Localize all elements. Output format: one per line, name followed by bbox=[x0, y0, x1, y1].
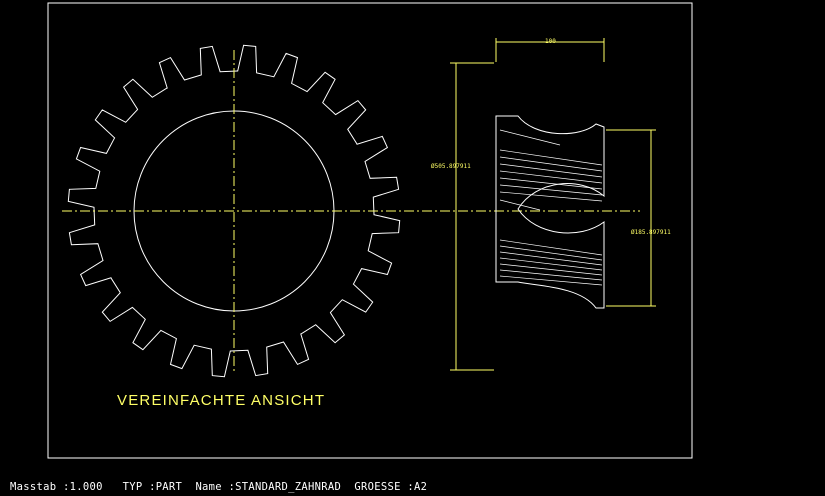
helix-line bbox=[499, 269, 603, 281]
gear-front-view[interactable] bbox=[62, 44, 640, 378]
helix-line bbox=[499, 275, 603, 286]
outer-dim-text: Ø505.897911 bbox=[431, 163, 471, 170]
helix-line bbox=[499, 177, 603, 190]
drawing-canvas[interactable]: VEREINFACHTE ANSICHT 100 Ø505.897911 Ø18… bbox=[0, 0, 825, 496]
scale-label: Masstab : bbox=[10, 481, 70, 493]
width-dim-text: 100 bbox=[545, 38, 556, 45]
sheet-border bbox=[47, 2, 693, 459]
type-value: PART bbox=[155, 481, 183, 493]
status-bar: Masstab :1.000 TYP :PART Name :STANDARD_… bbox=[10, 481, 427, 495]
helix-line bbox=[499, 257, 603, 271]
helix-line bbox=[499, 170, 603, 184]
name-label: Name : bbox=[195, 481, 236, 493]
helix-line bbox=[499, 251, 603, 266]
helix-line bbox=[499, 263, 603, 276]
helix-line bbox=[499, 199, 541, 211]
size-label: GROESSE : bbox=[354, 481, 414, 493]
helix-line bbox=[499, 149, 603, 166]
cad-drawing: VEREINFACHTE ANSICHT 100 Ø505.897911 Ø18… bbox=[47, 2, 693, 459]
size-value: A2 bbox=[413, 481, 428, 493]
inner-dim-text: Ø185.897911 bbox=[631, 229, 671, 236]
gear-side-view[interactable]: 100 Ø505.897911 Ø185.897911 bbox=[431, 38, 671, 371]
helix-line bbox=[499, 156, 603, 172]
helix-line bbox=[499, 129, 561, 146]
helix-line bbox=[499, 163, 603, 178]
type-label: TYP : bbox=[122, 481, 156, 493]
helix-lines bbox=[499, 129, 603, 286]
name-value: STANDARD_ZAHNRAD bbox=[235, 481, 342, 493]
side-view-outline bbox=[495, 115, 605, 309]
scale-value: 1.000 bbox=[69, 481, 103, 493]
view-caption: VEREINFACHTE ANSICHT bbox=[117, 392, 325, 409]
